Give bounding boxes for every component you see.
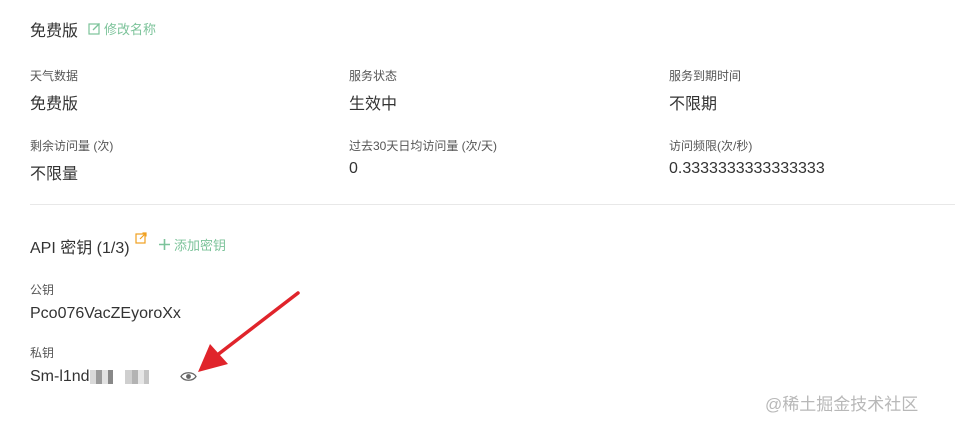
- external-link-icon[interactable]: [135, 232, 147, 244]
- watermark-text: @稀土掘金技术社区: [765, 395, 919, 414]
- service-status-value: 生效中: [349, 96, 398, 113]
- api-keys-title: API 密钥 (1/3): [30, 240, 130, 257]
- plan-title: 免费版: [30, 23, 79, 40]
- service-status-label: 服务状态: [349, 69, 398, 83]
- section-divider: [30, 204, 955, 205]
- watermark: @稀土掘金技术社区: [765, 390, 918, 415]
- public-key-value: Pco076VacZEyoroXx: [30, 305, 181, 322]
- private-key-masked-part: [89, 368, 149, 386]
- expiry-value: 不限期: [669, 96, 718, 113]
- remaining-quota-label: 剩余访问量 (次): [30, 139, 114, 153]
- edit-icon: [88, 23, 100, 35]
- edit-name-link[interactable]: 修改名称: [88, 19, 156, 38]
- annotation-arrow-icon: [198, 291, 300, 372]
- avg-daily-visits-label: 过去30天日均访问量 (次/天): [349, 139, 498, 153]
- avg-daily-visits-value: 0: [349, 160, 358, 177]
- rate-limit-value: 0.3333333333333333: [669, 160, 825, 177]
- private-key-visible-part: Sm-l1nd: [30, 368, 90, 386]
- edit-name-label: 修改名称: [104, 22, 157, 37]
- public-key-label: 公钥: [30, 283, 55, 297]
- expiry-label: 服务到期时间: [669, 69, 742, 83]
- add-key-label: 添加密钥: [174, 238, 227, 253]
- private-key-value: Sm-l1nd: [30, 368, 149, 386]
- add-key-button[interactable]: 添加密钥: [158, 235, 226, 254]
- rate-limit-label: 访问频限(次/秒): [669, 139, 753, 153]
- weather-data-label: 天气数据: [30, 69, 79, 83]
- remaining-quota-value: 不限量: [30, 166, 79, 183]
- weather-data-value: 免费版: [30, 96, 79, 113]
- plus-icon: [159, 239, 170, 250]
- private-key-label: 私钥: [30, 346, 55, 360]
